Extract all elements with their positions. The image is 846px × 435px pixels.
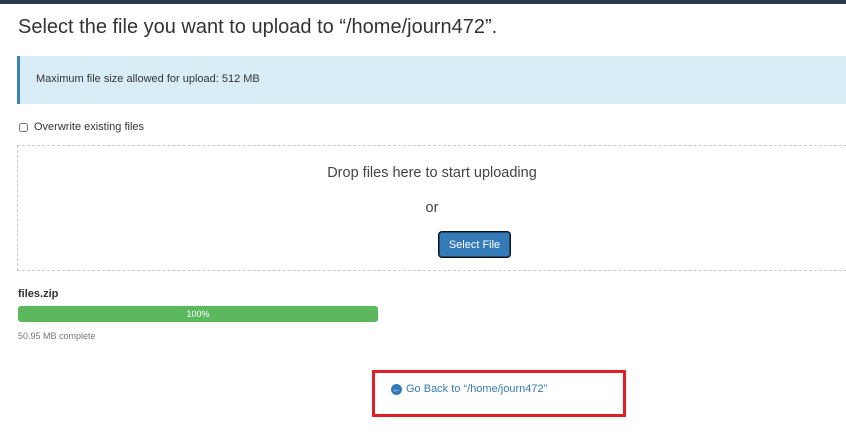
upload-progress-bar: 100% [18,306,378,322]
upload-progress-fill: 100% [18,306,378,322]
go-back-label: Go Back to “/home/journ472” [406,383,548,395]
uploaded-file-name: files.zip [18,288,59,300]
dropzone-text: Drop files here to start uploading [327,165,537,181]
go-back-link[interactable]: ← Go Back to “/home/journ472” [391,383,547,395]
dropzone-or-text: or [425,200,439,216]
top-bar [0,0,846,4]
file-dropzone[interactable]: Drop files here to start uploading or Se… [17,145,846,271]
overwrite-label: Overwrite existing files [34,121,145,133]
arrow-circle-left-icon: ← [391,383,402,395]
overwrite-option[interactable]: Overwrite existing files [18,121,144,133]
page-title: Select the file you want to upload to “/… [18,16,498,38]
upload-status-text: 50.95 MB complete [18,331,96,341]
upload-limit-text: Maximum file size allowed for upload: 51… [36,73,260,85]
overwrite-checkbox[interactable] [19,122,28,132]
upload-limit-alert: Maximum file size allowed for upload: 51… [17,56,846,104]
select-file-button[interactable]: Select File [439,232,510,257]
